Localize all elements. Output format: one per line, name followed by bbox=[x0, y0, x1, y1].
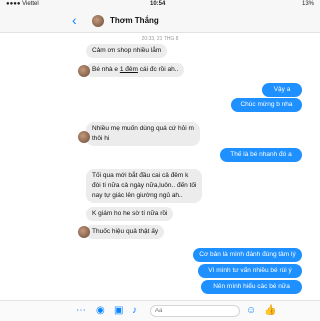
message-text: Cơ bản là mình đánh đúng tâm lý bbox=[199, 251, 296, 258]
message-text: Chúc mừng b nha bbox=[240, 101, 293, 108]
message-text: Vì mình tư vấn nhiều bé rùi ý bbox=[208, 267, 292, 274]
message-text: Thế là bé nhanh đó a bbox=[230, 151, 292, 158]
message-bubble-incoming: K giám ho he sờ tí nữa rồi bbox=[86, 207, 174, 221]
back-chevron-icon[interactable]: ‹ bbox=[72, 13, 77, 27]
message-text: Bé nhà e bbox=[92, 66, 120, 73]
message-text: Cảm ơn shop nhiều lắm bbox=[92, 47, 162, 54]
message-text: nay tự giác lên giường ngủ ah.. bbox=[92, 192, 183, 199]
message-text: Vậy a bbox=[273, 86, 291, 93]
message-bubble-incoming: Cảm ơn shop nhiều lắm bbox=[86, 44, 168, 58]
message-bubble-outgoing: Vậy a bbox=[262, 83, 302, 97]
message-bubble-incoming: Bé nhà e 1 đêm cái đc rồi ah.. bbox=[86, 63, 185, 77]
clock: 10:54 bbox=[150, 1, 166, 7]
message-bubble-outgoing: Chúc mừng b nha bbox=[231, 98, 302, 112]
message-bubble-outgoing: Vì mình tư vấn nhiều bé rùi ý bbox=[198, 264, 302, 278]
avatar[interactable] bbox=[78, 226, 90, 238]
message-text: Nên mình hiểu các bé nữa bbox=[213, 283, 290, 290]
message-bubble-incoming: Thuốc hiệu quả thật ấy bbox=[86, 225, 165, 239]
message-text: K giám ho he sờ tí nữa rồi bbox=[92, 210, 168, 217]
message-text: Tối qua mới bắt đầu cai cả đêm k bbox=[92, 172, 189, 179]
chat-header: ‹ Thơm Thắng bbox=[0, 10, 320, 33]
message-bubble-outgoing: Nên mình hiểu các bé nữa bbox=[201, 280, 302, 294]
avatar[interactable] bbox=[78, 65, 90, 77]
camera-icon[interactable]: ◉ bbox=[96, 305, 105, 317]
composer-bar: ⋯ ◉ ▣ ♪ ☺ 👍 bbox=[0, 300, 320, 321]
contact-name[interactable]: Thơm Thắng bbox=[110, 16, 159, 25]
message-bubble-incoming: Nhiều mẹ muốn dùng quá cứ hỏi m thôi hi bbox=[86, 122, 200, 146]
message-bubble-incoming: Tối qua mới bắt đầu cai cả đêm k đòi tí … bbox=[86, 169, 203, 203]
message-input[interactable] bbox=[150, 305, 240, 317]
emoji-icon[interactable]: ☺ bbox=[246, 305, 256, 317]
message-text-link[interactable]: 1 đêm bbox=[120, 66, 138, 73]
message-text: Thuốc hiệu quả thật ấy bbox=[92, 228, 159, 235]
more-icon[interactable]: ⋯ bbox=[76, 305, 86, 317]
avatar[interactable] bbox=[78, 131, 90, 143]
carrier-label: ●●●● Viettel bbox=[6, 1, 39, 7]
microphone-icon[interactable]: ♪ bbox=[132, 305, 137, 317]
message-bubble-outgoing: Cơ bản là mình đánh đúng tâm lý bbox=[193, 248, 302, 262]
message-timestamp: 20:33, 21 THG 8 bbox=[141, 36, 179, 42]
like-icon[interactable]: 👍 bbox=[264, 305, 276, 317]
message-bubble-outgoing: Thế là bé nhanh đó a bbox=[220, 148, 302, 162]
message-text: đòi tí nữa cả ngày nữa,luôn.. đến tối bbox=[92, 182, 197, 189]
message-text: Nhiều mẹ muốn dùng quá cứ hỏi m bbox=[92, 125, 194, 132]
message-text: thôi hi bbox=[92, 135, 110, 142]
status-bar: ●●●● Viettel 10:54 13% bbox=[0, 0, 320, 10]
battery-level: 13% bbox=[301, 1, 314, 7]
photo-icon[interactable]: ▣ bbox=[114, 305, 123, 317]
message-text: cái đc rồi ah.. bbox=[137, 66, 179, 73]
avatar[interactable] bbox=[92, 15, 104, 27]
